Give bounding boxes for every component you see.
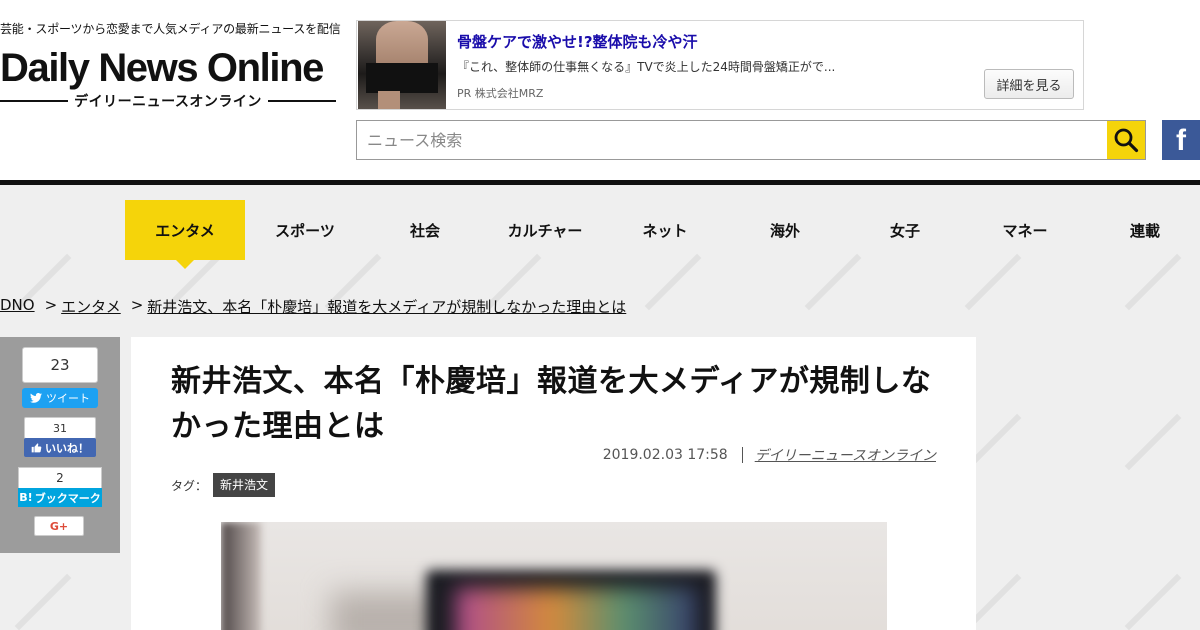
article-image <box>221 522 887 630</box>
breadcrumb-category-link[interactable]: エンタメ <box>61 296 121 317</box>
breadcrumb-separator: > <box>130 296 144 314</box>
nav-item-series[interactable]: 連載 <box>1085 200 1200 260</box>
breadcrumb-current-link[interactable]: 新井浩文、本名「朴慶培」報道を大メディアが規制しなかった理由とは <box>147 296 626 317</box>
search-bar <box>356 120 1146 160</box>
tweet-button[interactable]: ツイート <box>22 388 98 408</box>
background-pattern <box>644 253 702 311</box>
site-header: 芸能・スポーツから恋愛まで人気メディアの最新ニュースを配信 Daily News… <box>0 0 1200 180</box>
ad-image-torso <box>376 21 428 67</box>
site-logo[interactable]: Daily News Online <box>0 46 324 90</box>
image-blur-foreground <box>221 522 261 630</box>
twitter-bird-icon <box>30 393 42 403</box>
logo-subtitle-text: デイリーニュースオンライン <box>74 94 262 110</box>
background-pattern <box>804 253 862 311</box>
ad-details-button[interactable]: 詳細を見る <box>984 69 1074 99</box>
search-button[interactable] <box>1107 121 1145 159</box>
nav-item-sports[interactable]: スポーツ <box>245 200 365 260</box>
breadcrumb-home-link[interactable]: DNO <box>0 296 35 317</box>
image-blur-screen <box>456 588 696 630</box>
thumbs-up-icon <box>31 443 42 453</box>
logo-rule-right <box>267 100 336 102</box>
ad-sponsor: PR 株式会社MRZ <box>457 87 544 100</box>
ad-description[interactable]: 『これ、整体師の仕事無くなる』TVで炎上した24時間骨盤矯正がで... <box>457 58 835 75</box>
share-sidebar: 23 ツイート 31 いいね！ 2 B! ブックマーク G+ <box>0 337 120 553</box>
breadcrumb-separator: > <box>44 296 58 314</box>
logo-subtitle: デイリーニュースオンライン <box>0 90 336 112</box>
nav-item-women[interactable]: 女子 <box>845 200 965 260</box>
nav-item-overseas[interactable]: 海外 <box>725 200 845 260</box>
category-nav: エンタメ スポーツ 社会 カルチャー ネット 海外 女子 マネー 連載 <box>125 200 1200 269</box>
ad-image-clothing <box>366 63 438 93</box>
search-input[interactable] <box>357 121 1107 159</box>
background-pattern <box>1124 253 1182 311</box>
article-card: 新井浩文、本名「朴慶培」報道を大メディアが規制しなかった理由とは 2019.02… <box>131 337 976 630</box>
google-plus-button[interactable]: G+ <box>34 516 84 536</box>
meta-divider <box>741 447 743 463</box>
ad-image[interactable] <box>358 21 446 109</box>
nav-item-entertainment[interactable]: エンタメ <box>125 200 245 269</box>
search-icon <box>1114 128 1139 153</box>
background-pattern <box>14 573 72 630</box>
hatena-count: 2 <box>18 467 102 489</box>
nav-item-money[interactable]: マネー <box>965 200 1085 260</box>
hatena-label: ブックマーク <box>34 491 101 505</box>
article-author-link[interactable]: デイリーニュースオンライン <box>755 445 936 465</box>
like-count: 31 <box>24 417 96 439</box>
breadcrumb: DNO > エンタメ > 新井浩文、本名「朴慶培」報道を大メディアが規制しなかっ… <box>0 296 626 317</box>
facebook-icon: f <box>1176 124 1186 157</box>
article-tags: タグ： 新井浩文 <box>171 473 276 497</box>
background-pattern <box>964 253 1022 311</box>
tag-link[interactable]: 新井浩文 <box>213 473 276 497</box>
article-meta: 2019.02.03 17:58 デイリーニュースオンライン <box>603 445 936 465</box>
article-date: 2019.02.03 17:58 <box>602 447 728 463</box>
nav-item-culture[interactable]: カルチャー <box>485 200 605 260</box>
ad-image-leg <box>378 91 400 109</box>
nav-item-net[interactable]: ネット <box>605 200 725 260</box>
nav-item-society[interactable]: 社会 <box>365 200 485 260</box>
site-tagline: 芸能・スポーツから恋愛まで人気メディアの最新ニュースを配信 <box>0 22 341 36</box>
tags-label: タグ： <box>171 478 208 493</box>
facebook-button[interactable]: f <box>1162 120 1200 160</box>
google-plus-icon: G+ <box>49 519 69 533</box>
article-title: 新井浩文、本名「朴慶培」報道を大メディアが規制しなかった理由とは <box>171 364 932 444</box>
tweet-count: 23 <box>22 347 98 383</box>
like-label: いいね！ <box>45 441 89 455</box>
like-button[interactable]: いいね！ <box>24 438 96 457</box>
ad-banner[interactable]: 骨盤ケアで激やせ!?整体院も冷や汗 『これ、整体師の仕事無くなる』TVで炎上した… <box>356 20 1084 110</box>
background-pattern <box>1124 573 1182 630</box>
tweet-label: ツイート <box>46 392 90 405</box>
hatena-icon: B! <box>19 491 33 504</box>
logo-rule-left <box>0 100 69 102</box>
ad-title-link[interactable]: 骨盤ケアで激やせ!?整体院も冷や汗 <box>457 31 698 52</box>
background-pattern <box>1124 413 1182 471</box>
hatena-bookmark-button[interactable]: B! ブックマーク <box>18 488 102 507</box>
